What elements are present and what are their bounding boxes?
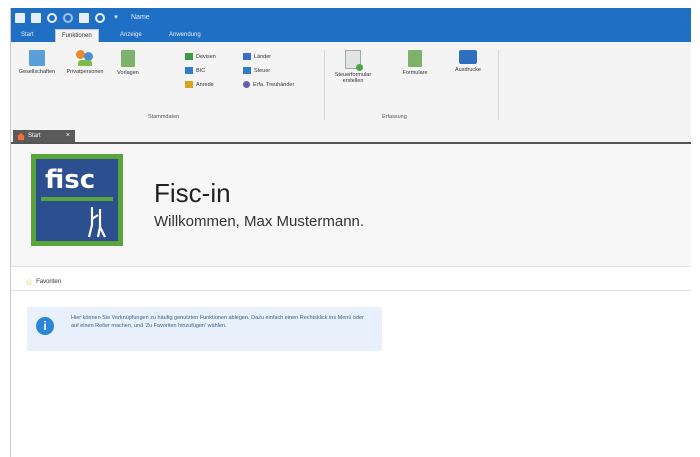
quick-access-toolbar: ▾ Name <box>15 13 156 23</box>
ausdrucke-label: Ausdrucke <box>455 67 481 73</box>
ribbon: Gesellschaften Privatpersonen Vorlagen D… <box>11 42 691 129</box>
group-label-stammdaten: Stammdaten <box>148 114 180 120</box>
bic-label: BIC <box>196 67 206 74</box>
welcome-greeting: Willkommen, Max Mustermann. <box>154 213 365 230</box>
app-logo: fisc <box>31 154 123 246</box>
dropdown-icon[interactable]: ▾ <box>111 13 121 23</box>
forms-icon <box>408 50 422 67</box>
laender-button[interactable]: Länder <box>243 53 271 60</box>
bank-icon <box>185 67 193 74</box>
gear-icon <box>243 81 250 88</box>
window-title: Name <box>131 14 150 21</box>
user-icon[interactable] <box>95 13 105 23</box>
gesellschaften-button[interactable]: Gesellschaften <box>15 50 59 75</box>
currency-icon <box>185 53 193 60</box>
app-title: Fisc-in <box>154 178 231 208</box>
steuerformular-button[interactable]: Steuerformular erstellen <box>329 50 377 84</box>
vorlagen-button[interactable]: Vorlagen <box>111 50 145 76</box>
persons-icon <box>76 50 94 66</box>
title-bar: ▾ Name <box>11 8 691 28</box>
steuer-button[interactable]: Steuer <box>243 67 270 74</box>
privatpersonen-button[interactable]: Privatpersonen <box>61 50 109 75</box>
formulare-button[interactable]: Formulare <box>395 50 435 76</box>
tab-anzeige[interactable]: Anzeige <box>114 29 148 42</box>
treuhaender-button[interactable]: Erfa. Treuhänder <box>243 81 294 88</box>
group-label-erfassung: Erfassung <box>382 114 407 120</box>
tab-anwendung[interactable]: Anwendung <box>163 29 207 42</box>
steuer-label: Steuer <box>254 67 271 74</box>
home-icon <box>17 132 25 140</box>
favorites-title: Favoriten <box>36 279 62 285</box>
printer-icon <box>459 50 477 64</box>
formulare-label: Formulare <box>402 70 428 76</box>
ribbon-tabs: Start Funktionen Anzeige Anwendung <box>11 28 691 43</box>
save-icon[interactable] <box>31 13 41 23</box>
delete-icon[interactable] <box>79 13 89 23</box>
back-icon[interactable] <box>15 13 25 23</box>
bic-button[interactable]: BIC <box>185 67 205 74</box>
company-icon <box>29 50 45 66</box>
ausdrucke-button[interactable]: Ausdrucke <box>448 50 488 73</box>
info-icon: i <box>36 317 54 335</box>
settings-icon[interactable] <box>47 13 57 23</box>
favorites-info-box: i Hier können Sie Verknüpfungen zu häufi… <box>27 307 382 351</box>
tab-start[interactable]: Start <box>15 29 40 42</box>
doc-tab-start[interactable]: Start × <box>13 130 75 142</box>
steuerformular-label: Steuerformular erstellen <box>334 72 372 84</box>
favorites-header: ☆ Favoriten <box>11 274 691 291</box>
form-icon <box>345 50 363 71</box>
refresh-icon[interactable] <box>63 13 73 23</box>
devisen-button[interactable]: Devisen <box>185 53 216 60</box>
vorlagen-label: Vorlagen <box>117 70 139 76</box>
devisen-label: Devisen <box>196 53 216 60</box>
favorites-info-text: Hier können Sie Verknüpfungen zu häufig … <box>71 315 364 329</box>
group-separator <box>498 50 499 120</box>
tab-funktionen[interactable]: Funktionen <box>55 29 99 43</box>
pen-icon <box>185 81 193 88</box>
close-icon[interactable]: × <box>66 130 70 142</box>
treuhaender-label: Erfa. Treuhänder <box>253 81 295 88</box>
flag-icon <box>243 53 251 60</box>
laender-label: Länder <box>254 53 272 60</box>
privatpersonen-label: Privatpersonen <box>66 69 104 75</box>
bank-icon <box>243 67 251 74</box>
gesellschaften-label: Gesellschaften <box>18 69 56 75</box>
logo-text: fisc <box>45 165 96 195</box>
welcome-panel: fisc Fisc-in Willkommen, Max Mustermann. <box>11 144 691 267</box>
group-separator <box>324 50 325 120</box>
application-window: ▾ Name Start Funktionen Anzeige Anwendun… <box>10 8 691 457</box>
doc-tab-label: Start <box>28 133 41 139</box>
template-icon <box>121 50 135 67</box>
anrede-label: Anrede <box>196 81 214 88</box>
star-icon: ☆ <box>25 276 34 287</box>
document-tabs: Start × <box>11 128 691 144</box>
anrede-button[interactable]: Anrede <box>185 81 214 88</box>
